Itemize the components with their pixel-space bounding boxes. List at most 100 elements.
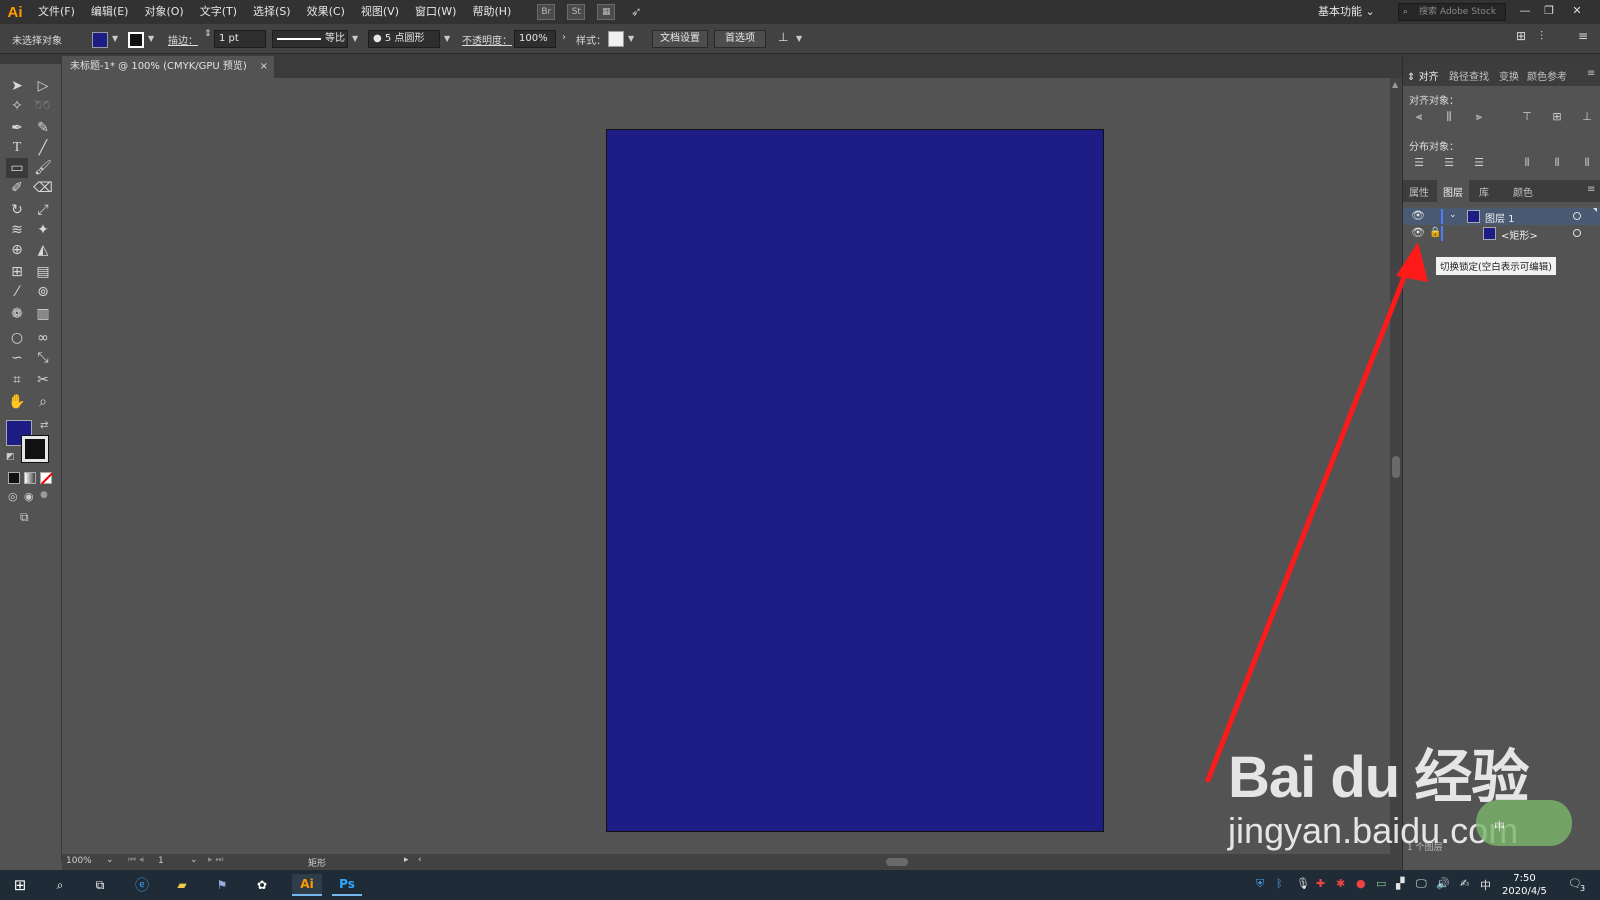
symbol-sprayer-tool-icon[interactable]: ❁ bbox=[6, 304, 28, 324]
arrange-documents-icon[interactable]: ▦ bbox=[597, 4, 616, 20]
hand-tool-icon[interactable]: ✋ bbox=[6, 392, 28, 412]
align-left-icon[interactable]: ⫷ bbox=[1411, 110, 1427, 124]
chevron-down-icon[interactable]: ▼ bbox=[112, 34, 118, 43]
chevron-down-icon[interactable]: ▼ bbox=[444, 34, 450, 43]
opacity-label[interactable]: 不透明度： bbox=[462, 32, 512, 47]
first-artboard-icon[interactable]: ⏮ ◂ bbox=[128, 855, 143, 865]
warp-tool-icon[interactable]: ≋ bbox=[6, 220, 28, 240]
tab-color-guide[interactable]: 颜色参考 bbox=[1527, 68, 1567, 83]
opacity-field[interactable]: 100% bbox=[514, 30, 556, 48]
menu-view[interactable]: 视图(V) bbox=[353, 0, 407, 24]
volume-icon[interactable]: 🔊 bbox=[1436, 877, 1450, 890]
arrange-icon[interactable]: ⊞ bbox=[1516, 29, 1526, 43]
panel-menu-icon[interactable]: ≡ bbox=[1578, 29, 1588, 43]
free-transform-tool-icon[interactable]: ⤡ bbox=[32, 348, 54, 368]
width-tool-icon[interactable]: ∽ bbox=[6, 348, 28, 368]
panel-menu-icon[interactable]: ≡ bbox=[1587, 184, 1595, 195]
photoshop-taskbar-icon[interactable]: Ps bbox=[332, 874, 362, 896]
tab-pathfinder[interactable]: 路径查找 bbox=[1449, 68, 1489, 83]
security-app-icon[interactable]: ✚ bbox=[1316, 877, 1325, 890]
swap-colors-icon[interactable]: ⇄ bbox=[40, 420, 48, 431]
align-icon[interactable]: ⫶ bbox=[1540, 29, 1543, 44]
zoom-level[interactable]: 100% bbox=[66, 856, 92, 866]
target-circle-icon[interactable] bbox=[1573, 212, 1581, 220]
shape-builder-tool-icon[interactable]: ⊕ bbox=[6, 240, 28, 260]
mesh-tool-icon[interactable]: ⊞ bbox=[6, 262, 28, 282]
gradient-tool-icon[interactable]: ▤ bbox=[32, 262, 54, 282]
layer-name[interactable]: 图层 1 bbox=[1485, 210, 1515, 225]
file-explorer-icon[interactable]: ▰ bbox=[170, 874, 194, 896]
tab-properties[interactable]: 属性 bbox=[1409, 184, 1429, 199]
rotate-tool-icon[interactable]: ↻ bbox=[6, 200, 28, 220]
app-icon[interactable]: ⚑ bbox=[210, 874, 234, 896]
ime-floating-badge[interactable]: 中 bbox=[1476, 800, 1572, 846]
align-bottom-icon[interactable]: ⊥ bbox=[1579, 110, 1595, 124]
menu-select[interactable]: 选择(S) bbox=[245, 0, 299, 24]
baidu-netdisk-icon[interactable]: ✿ bbox=[250, 874, 274, 896]
menu-window[interactable]: 窗口(W) bbox=[407, 0, 464, 24]
tab-layers[interactable]: 图层 bbox=[1437, 180, 1469, 202]
task-view-icon[interactable]: ⧉ bbox=[88, 874, 112, 896]
blob-brush-tool-icon[interactable]: ∞ bbox=[32, 328, 54, 348]
close-icon[interactable]: × bbox=[260, 56, 268, 78]
draw-normal-icon[interactable]: ◎ bbox=[8, 490, 18, 503]
color-mode-icon[interactable] bbox=[8, 472, 20, 484]
close-window-button[interactable]: ✕ bbox=[1566, 2, 1588, 20]
align-vertical-center-icon[interactable]: ⊞ bbox=[1549, 110, 1565, 124]
eyedropper-tool-icon[interactable]: ⁄ bbox=[6, 282, 28, 302]
tab-transform[interactable]: 变换 bbox=[1499, 68, 1519, 83]
record-icon[interactable]: ● bbox=[1356, 877, 1366, 890]
taskbar-clock[interactable]: 7:50 2020/4/5 bbox=[1502, 872, 1547, 898]
tools-panel-header[interactable] bbox=[0, 54, 62, 64]
browser-icon[interactable]: ⓔ bbox=[130, 874, 154, 896]
puppet-warp-tool-icon[interactable]: ✦ bbox=[32, 220, 54, 240]
chevron-down-icon[interactable]: ▼ bbox=[796, 34, 802, 43]
distribute-bottom-icon[interactable]: ☰ bbox=[1471, 156, 1487, 170]
menu-help[interactable]: 帮助(H) bbox=[464, 0, 519, 24]
perspective-grid-tool-icon[interactable]: ◭ bbox=[32, 240, 54, 260]
curvature-tool-icon[interactable]: ✎ bbox=[32, 118, 54, 138]
status-menu-icon[interactable]: ▸ bbox=[404, 855, 409, 865]
scale-tool-icon[interactable]: ⤢ bbox=[32, 200, 54, 220]
tab-libraries[interactable]: 库 bbox=[1479, 184, 1489, 199]
network-icon[interactable]: ▞ bbox=[1396, 877, 1404, 890]
chevron-right-icon[interactable]: › bbox=[562, 32, 566, 43]
distribute-vertical-center-icon[interactable]: ☰ bbox=[1441, 156, 1457, 170]
search-icon[interactable]: ⌕ bbox=[48, 874, 72, 896]
draw-inside-icon[interactable]: ● bbox=[40, 490, 48, 500]
align-right-icon[interactable]: ⫸ bbox=[1471, 110, 1487, 124]
draw-behind-icon[interactable]: ◉ bbox=[24, 490, 34, 503]
microphone-icon[interactable]: 🎙 bbox=[1296, 877, 1310, 890]
layer-row[interactable]: 👁 ⌄ 图层 1 bbox=[1403, 208, 1600, 225]
tray-app-icon[interactable]: ✱ bbox=[1336, 877, 1345, 890]
pen-icon[interactable]: ✍ bbox=[1460, 877, 1469, 890]
object-name[interactable]: <矩形> bbox=[1501, 227, 1538, 242]
chevron-down-icon[interactable]: ⌄ bbox=[106, 855, 114, 865]
pen-tool-icon[interactable]: ✒ bbox=[6, 118, 28, 138]
tab-color[interactable]: 颜色 bbox=[1513, 184, 1533, 199]
stroke-color-box[interactable] bbox=[21, 435, 49, 463]
stroke-label[interactable]: 描边： bbox=[168, 32, 198, 47]
default-colors-icon[interactable]: ◩ bbox=[6, 452, 15, 462]
visibility-eye-icon[interactable]: 👁 bbox=[1411, 226, 1425, 239]
eraser-tool-icon[interactable]: ⌫ bbox=[32, 178, 54, 198]
bluetooth-icon[interactable]: ᛒ bbox=[1276, 877, 1283, 890]
stroke-weight-field[interactable]: 1 pt bbox=[214, 30, 266, 48]
target-circle-icon[interactable] bbox=[1573, 229, 1581, 237]
menu-type[interactable]: 文字(T) bbox=[192, 0, 245, 24]
artboard-number[interactable]: 1 bbox=[158, 856, 164, 866]
menu-object[interactable]: 对象(O) bbox=[136, 0, 191, 24]
menu-edit[interactable]: 编辑(E) bbox=[83, 0, 137, 24]
graph-tool-icon[interactable]: ▥ bbox=[32, 304, 54, 324]
stroke-stepper-icon[interactable]: ⇕ bbox=[204, 29, 212, 39]
canvas-area[interactable] bbox=[62, 78, 1390, 854]
tab-align[interactable]: ⇕ 对齐 bbox=[1407, 68, 1439, 83]
document-setup-button[interactable]: 文档设置 bbox=[652, 30, 708, 48]
artboard-tool-icon[interactable]: ⌗ bbox=[6, 370, 28, 390]
chevron-down-icon[interactable]: ⌄ bbox=[1449, 210, 1457, 220]
chevron-down-icon[interactable]: ▼ bbox=[148, 34, 154, 43]
panel-menu-icon[interactable]: ≡ bbox=[1587, 68, 1595, 79]
workspace-switcher[interactable]: 基本功能 ⌄ bbox=[1318, 3, 1375, 19]
artboard-rectangle[interactable] bbox=[606, 129, 1104, 832]
distribute-horizontal-center-icon[interactable]: ⦀ bbox=[1549, 156, 1565, 170]
